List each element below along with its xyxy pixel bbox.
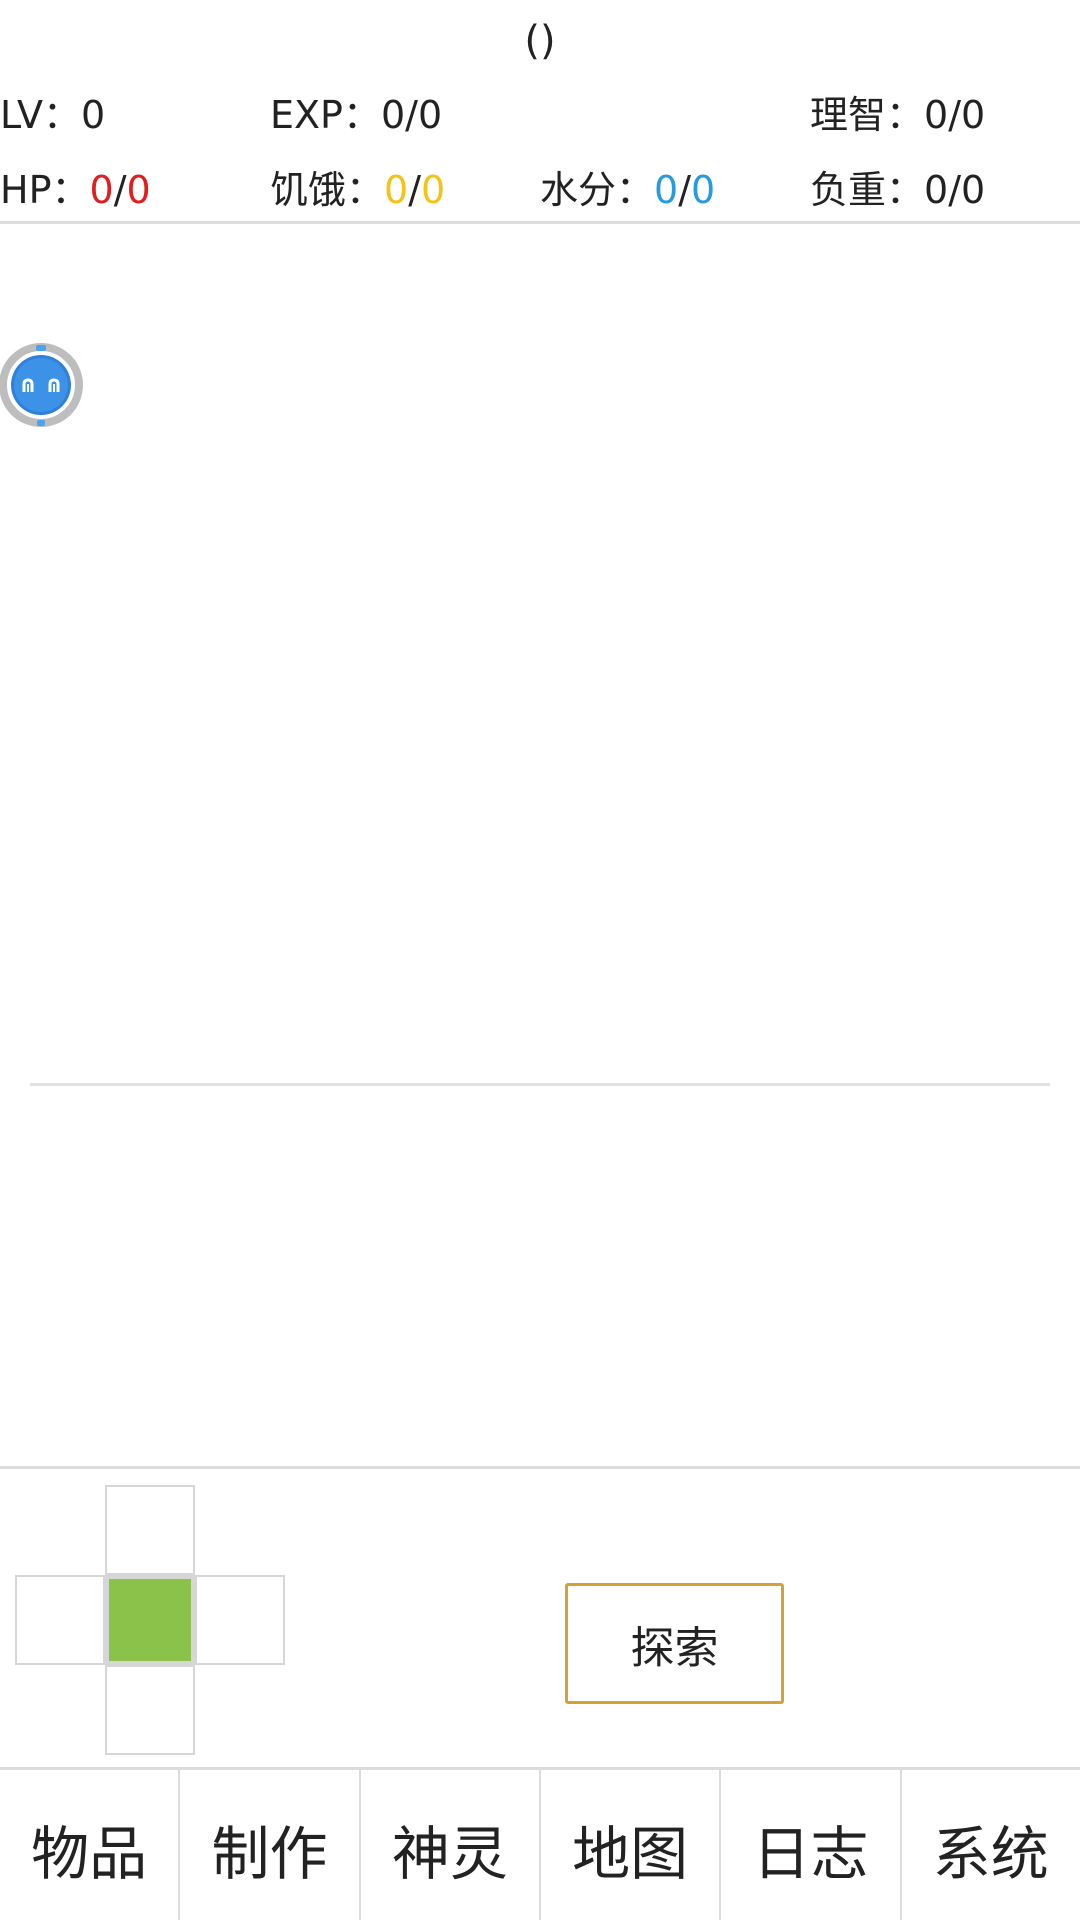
move-left-cell[interactable] <box>15 1575 105 1665</box>
tab-system[interactable]: 系统 <box>899 1770 1080 1920</box>
blue-bot-avatar-icon <box>0 343 83 427</box>
tab-map[interactable]: 地图 <box>538 1770 719 1920</box>
stat-weight-label: 负重： <box>810 168 925 212</box>
stat-hunger: 饥饿：0/0 <box>270 165 445 215</box>
tab-log[interactable]: 日志 <box>719 1770 899 1920</box>
stat-hunger-separator: / <box>408 168 422 212</box>
explore-button[interactable]: 探索 <box>565 1583 784 1704</box>
stat-hp-label: HP： <box>0 168 90 212</box>
player-avatar[interactable] <box>0 340 86 430</box>
current-location-cell <box>105 1575 195 1665</box>
stat-hp-max: 0 <box>126 168 151 212</box>
stat-exp-value: 0/0 <box>380 93 443 137</box>
stat-sanity: 理智：0/0 <box>810 90 985 140</box>
stat-hp-current: 0 <box>89 168 114 212</box>
stat-water: 水分：0/0 <box>540 165 715 215</box>
player-title: () <box>524 18 556 64</box>
stat-sanity-label: 理智： <box>810 93 925 137</box>
stat-weight: 负重：0/0 <box>810 165 985 215</box>
controls-divider <box>0 1466 1080 1469</box>
header-divider <box>0 221 1080 224</box>
move-down-cell[interactable] <box>105 1665 195 1755</box>
stat-hunger-current: 0 <box>384 168 409 212</box>
scene-divider <box>30 1083 1050 1086</box>
stat-level: LV：0 <box>0 90 105 140</box>
stat-exp-label: EXP： <box>270 93 381 137</box>
tab-deities[interactable]: 神灵 <box>358 1770 539 1920</box>
stat-weight-value: 0/0 <box>924 168 986 212</box>
stat-hp-separator: / <box>113 168 127 212</box>
bottom-tab-bar: 物品 制作 神灵 地图 日志 系统 <box>0 1767 1080 1920</box>
stat-water-current: 0 <box>654 168 679 212</box>
move-right-cell[interactable] <box>195 1575 285 1665</box>
stat-water-separator: / <box>678 168 692 212</box>
stat-level-value: 0 <box>81 93 106 137</box>
stat-hunger-label: 饥饿： <box>270 168 385 212</box>
stat-water-max: 0 <box>691 168 716 212</box>
stat-sanity-value: 0/0 <box>924 93 986 137</box>
stat-water-label: 水分： <box>540 168 655 212</box>
stat-hunger-max: 0 <box>421 168 446 212</box>
move-up-cell[interactable] <box>105 1485 195 1575</box>
stat-exp: EXP：0/0 <box>270 90 442 140</box>
stat-hp: HP：0/0 <box>0 165 151 215</box>
stat-level-label: LV： <box>0 93 81 137</box>
tab-crafting[interactable]: 制作 <box>178 1770 358 1920</box>
tab-items[interactable]: 物品 <box>0 1770 178 1920</box>
